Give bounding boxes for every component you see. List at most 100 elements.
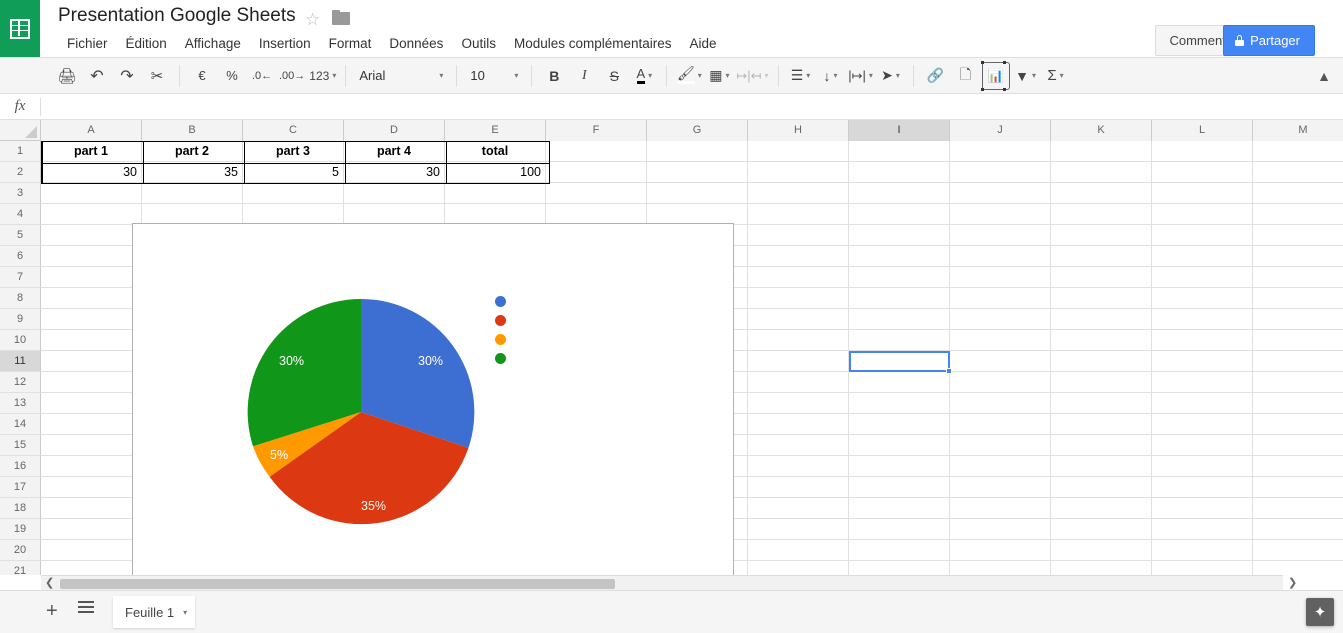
cell-h8[interactable] <box>748 288 849 309</box>
cell-m13[interactable] <box>1253 393 1343 414</box>
cell-j12[interactable] <box>950 372 1051 393</box>
star-icon[interactable]: ☆ <box>305 10 320 30</box>
cell-m9[interactable] <box>1253 309 1343 330</box>
cell-m3[interactable] <box>1253 183 1343 204</box>
cell-k15[interactable] <box>1051 435 1152 456</box>
row-header-4[interactable]: 4 <box>0 204 41 225</box>
cell-a11[interactable] <box>41 351 142 372</box>
cell-l21[interactable] <box>1152 561 1253 575</box>
cell-m6[interactable] <box>1253 246 1343 267</box>
increase-decimal-icon[interactable]: .00→ <box>279 63 305 89</box>
horizontal-scrollbar[interactable] <box>41 575 1283 590</box>
cell-d4[interactable] <box>344 204 445 225</box>
cell-i6[interactable] <box>849 246 950 267</box>
menu-donnees[interactable]: Données <box>380 33 452 54</box>
cell-k2[interactable] <box>1051 162 1152 183</box>
cell-l12[interactable] <box>1152 372 1253 393</box>
cell-j19[interactable] <box>950 519 1051 540</box>
cell-c4[interactable] <box>243 204 344 225</box>
cell-b4[interactable] <box>142 204 243 225</box>
cell-i18[interactable] <box>849 498 950 519</box>
scroll-left-icon[interactable]: ❮ <box>45 576 54 589</box>
cell-i8[interactable] <box>849 288 950 309</box>
collapse-toolbar-icon[interactable]: ▲ <box>1317 68 1331 84</box>
cell-j6[interactable] <box>950 246 1051 267</box>
cell-c2[interactable]: 5 <box>243 162 344 183</box>
cell-i21[interactable] <box>849 561 950 575</box>
column-header-h[interactable]: H <box>748 120 849 141</box>
bold-button[interactable]: B <box>541 63 567 89</box>
cell-m18[interactable] <box>1253 498 1343 519</box>
cell-i1[interactable] <box>849 141 950 162</box>
cell-i16[interactable] <box>849 456 950 477</box>
column-header-d[interactable]: D <box>344 120 445 141</box>
cell-h3[interactable] <box>748 183 849 204</box>
italic-button[interactable]: I <box>571 63 597 89</box>
cell-h11[interactable] <box>748 351 849 372</box>
cell-a20[interactable] <box>41 540 142 561</box>
cell-b1[interactable]: part 2 <box>142 141 243 162</box>
cell-h18[interactable] <box>748 498 849 519</box>
cell-g4[interactable] <box>647 204 748 225</box>
menu-fichier[interactable]: Fichier <box>58 33 117 54</box>
cell-h17[interactable] <box>748 477 849 498</box>
cell-f1[interactable] <box>546 141 647 162</box>
cell-j16[interactable] <box>950 456 1051 477</box>
cell-c3[interactable] <box>243 183 344 204</box>
cell-i13[interactable] <box>849 393 950 414</box>
cell-m21[interactable] <box>1253 561 1343 575</box>
filter-icon[interactable]: ▼▾ <box>1013 63 1039 89</box>
cell-a15[interactable] <box>41 435 142 456</box>
column-header-g[interactable]: G <box>647 120 748 141</box>
percent-icon[interactable]: % <box>219 63 245 89</box>
cell-k16[interactable] <box>1051 456 1152 477</box>
cell-d1[interactable]: part 4 <box>344 141 445 162</box>
cell-m8[interactable] <box>1253 288 1343 309</box>
cell-l19[interactable] <box>1152 519 1253 540</box>
cell-l3[interactable] <box>1152 183 1253 204</box>
currency-euro-icon[interactable]: € <box>189 63 215 89</box>
cell-m10[interactable] <box>1253 330 1343 351</box>
cell-j15[interactable] <box>950 435 1051 456</box>
cell-j13[interactable] <box>950 393 1051 414</box>
cell-h9[interactable] <box>748 309 849 330</box>
cell-h15[interactable] <box>748 435 849 456</box>
cell-e1[interactable]: total <box>445 141 546 162</box>
cell-k1[interactable] <box>1051 141 1152 162</box>
cell-k19[interactable] <box>1051 519 1152 540</box>
cell-j9[interactable] <box>950 309 1051 330</box>
row-header-10[interactable]: 10 <box>0 330 41 351</box>
cell-l2[interactable] <box>1152 162 1253 183</box>
cell-a4[interactable] <box>41 204 142 225</box>
cell-k4[interactable] <box>1051 204 1152 225</box>
cell-h13[interactable] <box>748 393 849 414</box>
borders-icon[interactable]: ▦▾ <box>706 63 732 89</box>
row-header-15[interactable]: 15 <box>0 435 41 456</box>
cell-h19[interactable] <box>748 519 849 540</box>
cell-a3[interactable] <box>41 183 142 204</box>
insert-link-icon[interactable]: 🔗 <box>923 63 949 89</box>
strikethrough-button[interactable]: S <box>601 63 627 89</box>
row-header-3[interactable]: 3 <box>0 183 41 204</box>
row-header-21[interactable]: 21 <box>0 561 41 575</box>
cell-m16[interactable] <box>1253 456 1343 477</box>
cell-k20[interactable] <box>1051 540 1152 561</box>
scroll-right-icon[interactable]: ❯ <box>1288 576 1297 589</box>
cell-h2[interactable] <box>748 162 849 183</box>
undo-icon[interactable]: ↶ <box>84 63 110 89</box>
cell-e4[interactable] <box>445 204 546 225</box>
cell-k17[interactable] <box>1051 477 1152 498</box>
horizontal-align-icon[interactable]: ☰▾ <box>788 63 814 89</box>
cell-a8[interactable] <box>41 288 142 309</box>
menu-format[interactable]: Format <box>320 33 381 54</box>
horizontal-scrollbar-thumb[interactable] <box>60 579 615 589</box>
cell-k10[interactable] <box>1051 330 1152 351</box>
insert-chart-icon[interactable]: 📊 <box>983 63 1009 89</box>
text-wrap-icon[interactable]: |↦|▾ <box>848 63 874 89</box>
font-size-select[interactable]: 10 ▾ <box>464 63 524 89</box>
cell-i12[interactable] <box>849 372 950 393</box>
folder-icon[interactable] <box>332 10 352 25</box>
decrease-decimal-icon[interactable]: .0← <box>249 63 275 89</box>
cell-k11[interactable] <box>1051 351 1152 372</box>
cell-a17[interactable] <box>41 477 142 498</box>
